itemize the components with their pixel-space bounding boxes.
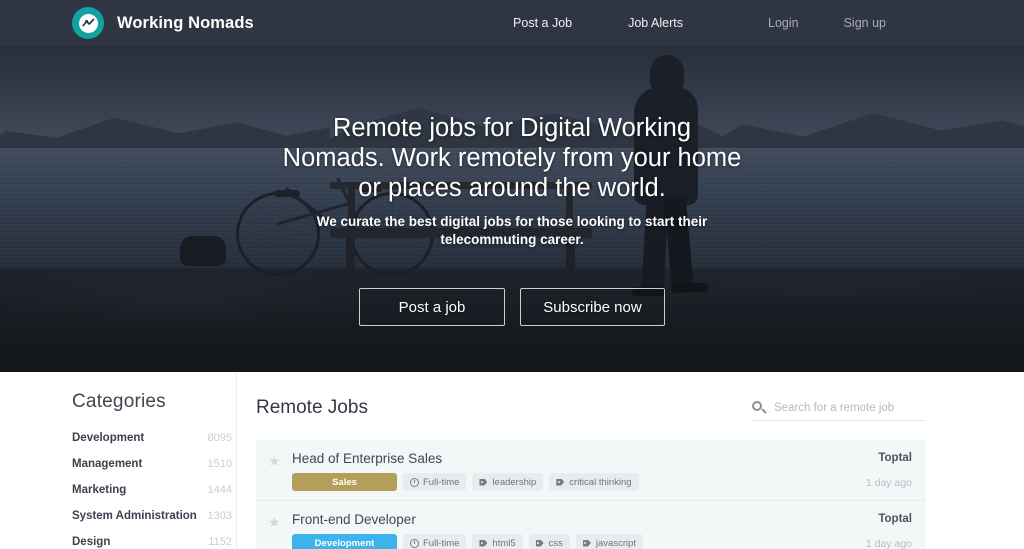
tag-label: critical thinking (569, 476, 632, 488)
brand-logo[interactable]: Working Nomads (72, 7, 254, 39)
category-label: Management (72, 458, 143, 470)
clock-icon (410, 477, 419, 487)
content-area: Categories Development 8095 Management 1… (0, 372, 1024, 549)
sidebar-item-management[interactable]: Management 1510 (72, 458, 232, 484)
sidebar-item-development[interactable]: Development 8095 (72, 432, 232, 458)
job-age: 1 day ago (865, 477, 912, 489)
tag-label: Full-time (423, 476, 460, 488)
tag-icon (556, 478, 565, 487)
page-root: Remote jobs for Digital Working Nomads. … (0, 0, 1024, 549)
category-label: Design (72, 536, 111, 548)
nav-job-alerts[interactable]: Job Alerts (628, 16, 683, 30)
job-tag-fulltime[interactable]: Full-time (403, 473, 467, 491)
search-bar[interactable] (752, 395, 926, 421)
job-category-tag[interactable]: Development (292, 534, 397, 549)
categories-list: Development 8095 Management 1510 Marketi… (72, 432, 232, 549)
job-meta: Toptal 1 day ago (816, 512, 912, 549)
site-header: Working Nomads Post a Job Job Alerts Log… (0, 0, 1024, 46)
star-icon[interactable]: ★ (268, 454, 282, 468)
clock-icon (410, 538, 419, 548)
job-tag-critical-thinking[interactable]: critical thinking (549, 473, 639, 491)
tag-icon (582, 539, 592, 548)
job-title[interactable]: Head of Enterprise Sales (292, 451, 816, 466)
subscribe-now-button[interactable]: Subscribe now (520, 288, 665, 326)
page-title: Remote Jobs (256, 397, 368, 418)
sidebar-divider (236, 372, 237, 549)
sidebar-item-design[interactable]: Design 1152 (72, 536, 232, 549)
job-tags: Sales Full-time leadership critical thin… (292, 473, 816, 491)
job-tags: Development Full-time html5 css javascri… (292, 534, 816, 549)
nav-post-a-job[interactable]: Post a Job (513, 16, 572, 30)
search-icon (752, 400, 767, 415)
job-tag-css[interactable]: css (528, 534, 570, 549)
table-row[interactable]: ★ Front-end Developer Development Full-t… (256, 500, 926, 549)
tag-icon (479, 478, 488, 487)
tag-label: Full-time (423, 537, 460, 549)
nav-sign-up[interactable]: Sign up (844, 16, 886, 30)
job-tag-html5[interactable]: html5 (472, 534, 523, 549)
hero-button-group: Post a job Subscribe now (359, 288, 665, 326)
job-main: Front-end Developer Development Full-tim… (292, 512, 816, 549)
star-icon[interactable]: ★ (268, 515, 282, 529)
job-category-tag[interactable]: Sales (292, 473, 397, 491)
category-count: 1444 (207, 484, 232, 496)
category-count: 1152 (208, 536, 232, 548)
search-input[interactable] (774, 401, 926, 414)
category-count: 1303 (207, 510, 232, 522)
job-tag-leadership[interactable]: leadership (472, 473, 544, 491)
nav-login[interactable]: Login (768, 16, 799, 30)
job-main: Head of Enterprise Sales Sales Full-time… (292, 451, 816, 491)
jobs-panel: Remote Jobs ★ Head of Enterprise Sales S… (256, 372, 926, 549)
tag-label: css (548, 537, 563, 549)
job-company[interactable]: Toptal (816, 513, 912, 525)
table-row[interactable]: ★ Head of Enterprise Sales Sales Full-ti… (256, 440, 926, 500)
hero-subtitle: We curate the best digital jobs for thos… (316, 214, 708, 247)
brand-name: Working Nomads (117, 13, 254, 32)
job-company[interactable]: Toptal (816, 452, 912, 464)
category-count: 8095 (207, 432, 232, 444)
sidebar-item-marketing[interactable]: Marketing 1444 (72, 484, 232, 510)
job-title[interactable]: Front-end Developer (292, 512, 816, 527)
job-age: 1 day ago (865, 538, 912, 549)
job-meta: Toptal 1 day ago (816, 451, 912, 489)
job-tag-fulltime[interactable]: Full-time (403, 534, 467, 549)
nomads-chart-circle-icon (72, 7, 104, 39)
tag-label: html5 (492, 537, 516, 549)
category-label: Marketing (72, 484, 127, 496)
category-label: Development (72, 432, 145, 444)
tag-label: leadership (492, 476, 537, 488)
tag-icon (535, 539, 545, 548)
tag-label: javascript (595, 537, 637, 549)
tag-icon (479, 539, 488, 548)
hero-title: Remote jobs for Digital Working Nomads. … (282, 114, 742, 202)
category-count: 1510 (207, 458, 232, 470)
categories-title: Categories (72, 391, 166, 412)
category-label: System Administration (72, 510, 197, 522)
post-a-job-button[interactable]: Post a job (359, 288, 505, 326)
job-tag-javascript[interactable]: javascript (575, 534, 644, 549)
sidebar-item-system-administration[interactable]: System Administration 1303 (72, 510, 232, 536)
chart-line-icon (81, 18, 94, 26)
jobs-list: ★ Head of Enterprise Sales Sales Full-ti… (256, 440, 926, 549)
categories-sidebar: Categories Development 8095 Management 1… (72, 372, 232, 549)
main-navigation: Post a Job Job Alerts Login Sign up (513, 16, 1024, 30)
jobs-header: Remote Jobs (256, 383, 926, 433)
hero-content: Remote jobs for Digital Working Nomads. … (0, 0, 1024, 372)
